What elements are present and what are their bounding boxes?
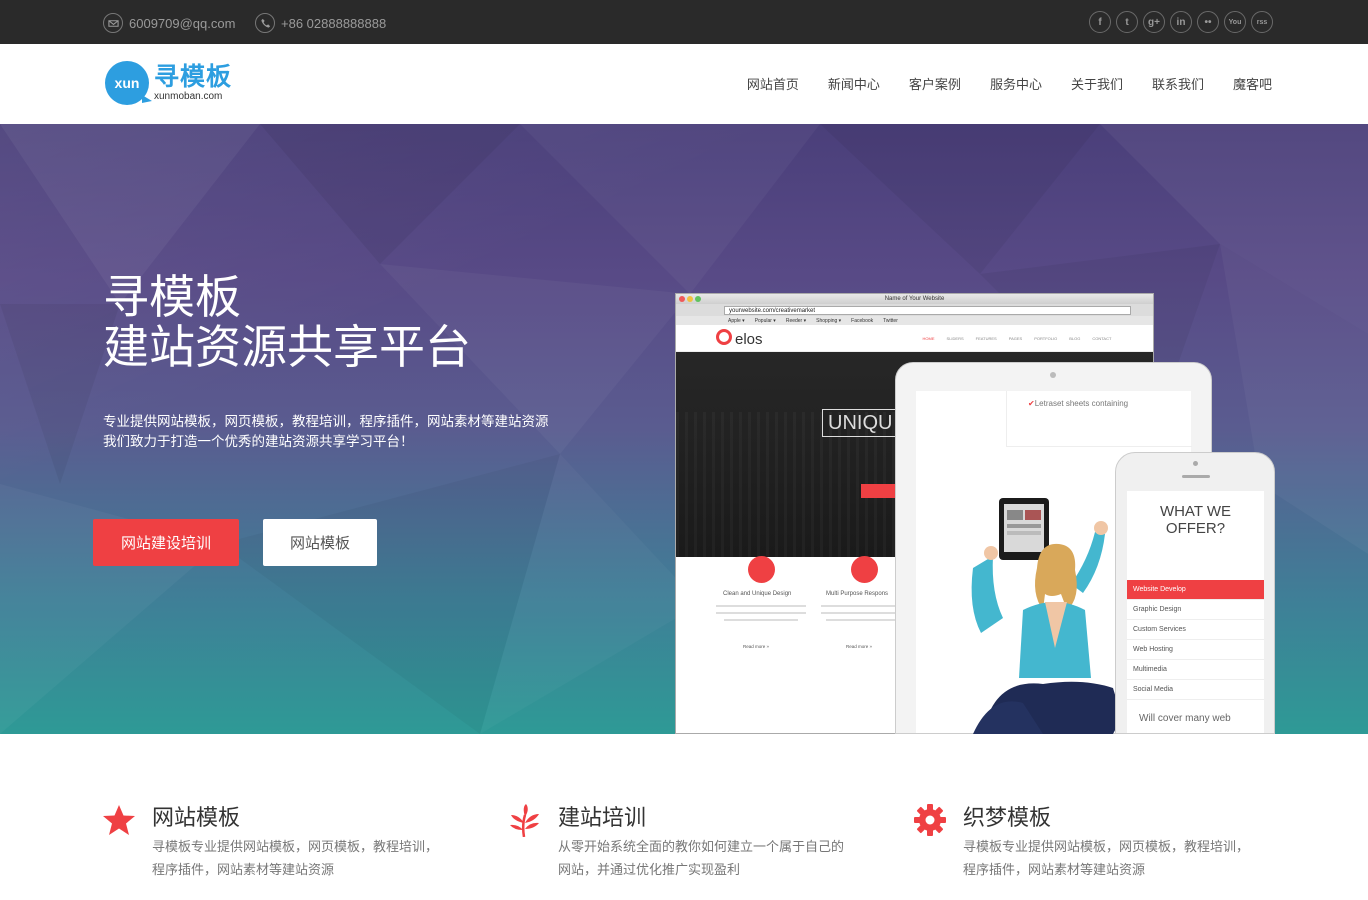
site-logo[interactable]: xun 寻模板 xunmoban.com: [105, 61, 232, 105]
feature-description: 寻模板专业提供网站模板，网页模板，教程培训， 程序插件，网站素材等建站资源: [963, 840, 1250, 878]
phone-menu: Website Develop Graphic Design Custom Se…: [1127, 580, 1264, 700]
hero-description: 专业提供网站模板，网页模板，教程培训，程序插件，网站素材等建站资源 我们致力于打…: [103, 414, 549, 450]
phone-icon: [255, 13, 275, 33]
envelope-icon: [103, 13, 123, 33]
youtube-icon[interactable]: You: [1224, 11, 1246, 33]
feature-description: 从零开始系统全面的教你如何建立一个属于自己的 网站，并通过优化推广实现盈利: [558, 840, 845, 878]
hero-banner: 寻模板 建站资源共享平台 专业提供网站模板，网页模板，教程培训，程序插件，网站素…: [0, 124, 1368, 734]
google-plus-icon[interactable]: g+: [1143, 11, 1165, 33]
phone-footer-text: Will cover many web: [1139, 713, 1231, 724]
linkedin-icon[interactable]: in: [1170, 11, 1192, 33]
phone-contact[interactable]: +86 02888888888: [255, 12, 386, 34]
rss-icon[interactable]: rss: [1251, 11, 1273, 33]
social-links: f t g+ in •• You rss: [1089, 11, 1273, 33]
nav-about[interactable]: 关于我们: [1071, 74, 1123, 93]
email-text: 6009709@qq.com: [129, 15, 236, 31]
facebook-icon[interactable]: f: [1089, 11, 1111, 33]
star-icon: [103, 805, 135, 835]
feature-description: 寻模板专业提供网站模板，网页模板，教程培训， 程序插件，网站素材等建站资源: [152, 840, 439, 878]
nav-services[interactable]: 服务中心: [990, 74, 1042, 93]
nav-contact[interactable]: 联系我们: [1152, 74, 1204, 93]
tablet-check-text: Letraset sheets containing: [1028, 399, 1128, 408]
mockup-bookmarks: Apple ▾ Popular ▾ Reeder ▾ Shopping ▾ Facebo…: [676, 316, 1153, 325]
mockup-brand: elos: [716, 329, 763, 348]
nav-news[interactable]: 新闻中心: [828, 74, 880, 93]
feature-title[interactable]: 建站培训: [558, 800, 646, 832]
mockup-window-title: Name of Your Website: [884, 296, 945, 302]
templates-button[interactable]: 网站模板: [263, 519, 377, 566]
nav-mokeba[interactable]: 魔客吧: [1233, 74, 1272, 93]
mockup-url: yourwebsite.com/creativemarket: [724, 305, 1131, 315]
logo-domain: xunmoban.com: [154, 91, 223, 102]
twitter-icon[interactable]: t: [1116, 11, 1138, 33]
phone-text: +86 02888888888: [281, 15, 387, 31]
woman-with-tablet-image: [971, 498, 1118, 734]
site-header: xun 寻模板 xunmoban.com 网站首页 新闻中心 客户案例 服务中心…: [0, 44, 1368, 124]
logo-name: 寻模板: [154, 62, 233, 91]
leaf-icon: [510, 804, 539, 837]
phone-heading: WHAT WE OFFER?: [1159, 503, 1232, 537]
gear-icon: [914, 804, 946, 836]
nav-home[interactable]: 网站首页: [747, 74, 799, 93]
feature-title[interactable]: 网站模板: [152, 800, 240, 832]
main-nav: 网站首页 新闻中心 客户案例 服务中心 关于我们 联系我们 魔客吧: [747, 74, 1272, 93]
nav-cases[interactable]: 客户案例: [909, 74, 961, 93]
phone-mockup: WHAT WE OFFER? Website Develop Graphic D…: [1115, 452, 1275, 734]
email-contact[interactable]: 6009709@qq.com: [103, 12, 235, 34]
logo-bubble: xun: [105, 61, 152, 105]
feature-title[interactable]: 织梦模板: [963, 800, 1051, 832]
top-bar: 6009709@qq.com +86 02888888888 f t g+ in…: [0, 0, 1368, 44]
mockup-menu: HOME SLIDERS FEATURES PAGES PORTFOLIO BLOG CON…: [922, 335, 1112, 341]
flickr-icon[interactable]: ••: [1197, 11, 1219, 33]
hero-title: 寻模板 建站资源共享平台: [103, 270, 471, 374]
training-button[interactable]: 网站建设培训: [93, 519, 239, 566]
